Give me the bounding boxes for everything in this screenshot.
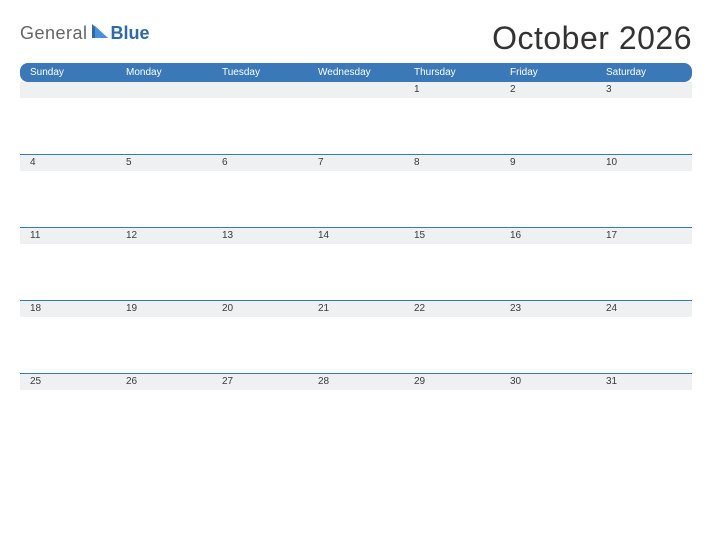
brand-word-general: General	[20, 23, 88, 44]
brand-logo: General Blue	[20, 22, 150, 57]
day-cell: 18	[20, 301, 116, 317]
day-cell	[116, 82, 212, 98]
day-cell: 12	[116, 228, 212, 244]
week-row: 18 19 20 21 22 23 24	[20, 300, 692, 317]
day-cell: 5	[116, 155, 212, 171]
weekday-header: Tuesday	[212, 63, 308, 82]
weekday-header: Thursday	[404, 63, 500, 82]
day-cell: 28	[308, 374, 404, 390]
day-cell: 8	[404, 155, 500, 171]
day-cell: 6	[212, 155, 308, 171]
day-cell: 1	[404, 82, 500, 98]
day-cell: 9	[500, 155, 596, 171]
day-cell: 15	[404, 228, 500, 244]
day-cell: 16	[500, 228, 596, 244]
day-cell: 23	[500, 301, 596, 317]
page-title: October 2026	[492, 20, 692, 57]
week-row: 1 2 3	[20, 82, 692, 98]
day-cell	[20, 82, 116, 98]
weekday-header: Wednesday	[308, 63, 404, 82]
day-cell: 7	[308, 155, 404, 171]
day-cell: 4	[20, 155, 116, 171]
week-spacer	[20, 317, 692, 373]
weekday-header: Monday	[116, 63, 212, 82]
day-cell: 3	[596, 82, 692, 98]
day-cell: 29	[404, 374, 500, 390]
week-row: 11 12 13 14 15 16 17	[20, 227, 692, 244]
day-cell: 2	[500, 82, 596, 98]
day-cell: 25	[20, 374, 116, 390]
day-cell: 27	[212, 374, 308, 390]
week-row: 4 5 6 7 8 9 10	[20, 154, 692, 171]
weekday-header: Sunday	[20, 63, 116, 82]
day-cell: 13	[212, 228, 308, 244]
day-cell: 17	[596, 228, 692, 244]
day-cell: 24	[596, 301, 692, 317]
week-row: 25 26 27 28 29 30 31	[20, 373, 692, 390]
day-cell: 10	[596, 155, 692, 171]
day-cell: 21	[308, 301, 404, 317]
week-spacer	[20, 98, 692, 154]
week-spacer	[20, 171, 692, 227]
weekday-header: Friday	[500, 63, 596, 82]
day-cell	[308, 82, 404, 98]
day-cell: 22	[404, 301, 500, 317]
week-spacer	[20, 244, 692, 300]
day-cell: 14	[308, 228, 404, 244]
day-cell: 31	[596, 374, 692, 390]
week-spacer	[20, 390, 692, 446]
brand-word-blue: Blue	[111, 23, 150, 44]
day-cell: 26	[116, 374, 212, 390]
calendar: Sunday Monday Tuesday Wednesday Thursday…	[20, 63, 692, 446]
day-cell: 19	[116, 301, 212, 317]
brand-triangle-icon	[92, 22, 108, 43]
header: General Blue October 2026	[20, 20, 692, 57]
day-cell	[212, 82, 308, 98]
day-cell: 20	[212, 301, 308, 317]
weeks-container: 1 2 3 4 5 6 7 8 9 10 11 12 13 14 15 16 1…	[20, 82, 692, 446]
day-cell: 11	[20, 228, 116, 244]
weekday-header-row: Sunday Monday Tuesday Wednesday Thursday…	[20, 63, 692, 82]
day-cell: 30	[500, 374, 596, 390]
weekday-header: Saturday	[596, 63, 692, 82]
